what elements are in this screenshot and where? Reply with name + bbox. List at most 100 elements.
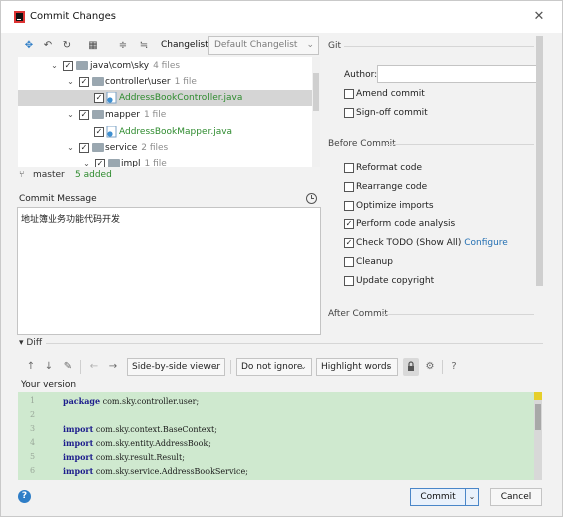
configure-link[interactable]: Configure xyxy=(464,238,508,248)
option-label: Reformat code xyxy=(356,163,422,173)
code-line: 1 package com.sky.controller.user; xyxy=(18,394,542,408)
tree-row-label: controller\user xyxy=(105,77,171,87)
scroll-thumb[interactable] xyxy=(313,73,319,111)
help-button[interactable]: ? xyxy=(18,490,31,503)
changelist-select[interactable]: Default Changelist ⌄ xyxy=(208,36,319,55)
back-arrow-icon[interactable]: ← xyxy=(88,361,100,373)
tree-row-controller-user[interactable]: ⌄ ✓ controller\user 1 file xyxy=(18,74,320,90)
chevron-down-icon[interactable]: ⌄ xyxy=(50,58,59,74)
tree-scrollbar[interactable] xyxy=(312,57,320,167)
code-text: com.sky.result.Result; xyxy=(93,453,185,462)
line-number: 1 xyxy=(30,396,36,405)
changes-tree: ⌄ ✓ java\com\sky 4 files ⌄ ✓ controller\u… xyxy=(18,57,320,167)
line-number: 5 xyxy=(30,452,36,461)
commit-message-input[interactable]: 地址簿业务功能代码开发 xyxy=(17,207,321,335)
changelist-label: Changelist: xyxy=(161,40,212,50)
code-text: com.sky.service.AddressBookService; xyxy=(93,467,248,476)
forward-arrow-icon[interactable]: → xyxy=(107,361,119,373)
edit-source-icon[interactable]: ✎ xyxy=(62,361,74,373)
option-label: Update copyright xyxy=(356,276,435,286)
help-icon[interactable]: ? xyxy=(448,361,460,373)
chevron-down-icon: ⌄ xyxy=(468,492,476,501)
commit-message-label: Commit Message xyxy=(19,194,97,204)
author-input[interactable] xyxy=(377,65,540,83)
checkbox[interactable]: ✓ xyxy=(94,93,104,103)
collapse-all-icon[interactable]: ≒ xyxy=(137,39,151,53)
option-label: Optimize imports xyxy=(356,201,434,211)
checkbox[interactable] xyxy=(344,108,354,118)
chevron-down-icon: ⌄ xyxy=(385,362,393,372)
change-marker xyxy=(534,392,542,400)
history-clock-icon[interactable] xyxy=(306,193,317,204)
tree-row-service[interactable]: ⌄ ✓ service 2 files xyxy=(18,140,320,156)
diff-header-label: Diff xyxy=(26,338,43,348)
highlight-select[interactable]: Highlight words ⌄ xyxy=(316,358,398,376)
rollback-icon[interactable]: ↶ xyxy=(41,39,55,53)
viewer-value: Side-by-side viewer xyxy=(132,362,221,372)
chevron-down-icon[interactable]: ⌄ xyxy=(82,156,91,167)
code-line: 4 import com.sky.entity.AddressBook; xyxy=(18,436,542,450)
tree-row-mapper[interactable]: ⌄ ✓ mapper 1 file xyxy=(18,107,320,123)
checkbox[interactable]: ✓ xyxy=(63,61,73,71)
tree-row-addressbookcontroller[interactable]: ✓ AddressBookController.java xyxy=(18,90,320,106)
checkbox[interactable]: ✓ xyxy=(79,110,89,120)
diff-header[interactable]: ▾ Diff xyxy=(19,338,42,348)
whitespace-select[interactable]: Do not ignore ⌄ xyxy=(236,358,312,376)
checkbox[interactable]: ✓ xyxy=(95,159,105,167)
checkbox[interactable]: ✓ xyxy=(79,143,89,153)
expand-all-icon[interactable]: ≑ xyxy=(116,39,130,53)
java-interface-icon xyxy=(106,126,117,138)
chevron-down-icon[interactable]: ⌄ xyxy=(66,74,75,90)
file-count: 1 file xyxy=(143,110,167,120)
checkbox[interactable]: ✓ xyxy=(344,219,354,229)
highlight-value: Highlight words xyxy=(321,362,392,372)
close-icon[interactable]: ✕ xyxy=(531,9,547,25)
checkbox[interactable] xyxy=(344,276,354,286)
code-line: 5 import com.sky.result.Result; xyxy=(18,450,542,464)
viewer-select[interactable]: Side-by-side viewer ⌄ xyxy=(127,358,225,376)
previous-difference-icon[interactable]: ↑ xyxy=(25,361,37,373)
tree-row-java-com-sky[interactable]: ⌄ ✓ java\com\sky 4 files xyxy=(18,58,320,74)
chevron-down-icon[interactable]: ⌄ xyxy=(66,107,75,123)
checkbox[interactable] xyxy=(344,257,354,267)
checkbox[interactable]: ✓ xyxy=(94,127,104,137)
gear-icon[interactable]: ⚙ xyxy=(424,361,436,373)
refresh-diff-icon[interactable]: ✥ xyxy=(22,39,36,53)
next-difference-icon[interactable]: ↓ xyxy=(43,361,55,373)
folder-icon xyxy=(92,77,104,86)
tree-row-impl[interactable]: ⌄ ✓ impl 1 file xyxy=(18,156,320,167)
checkbox[interactable] xyxy=(344,89,354,99)
cancel-button[interactable]: Cancel xyxy=(490,488,542,506)
checkbox[interactable] xyxy=(344,182,354,192)
commit-changes-dialog: Commit Changes ✕ ✥ ↶ ↻ ▦ ≑ ≒ Changelist:… xyxy=(0,0,563,517)
lock-icon[interactable] xyxy=(403,358,419,376)
whitespace-value: Do not ignore xyxy=(241,362,303,372)
checkbox[interactable]: ✓ xyxy=(344,238,354,248)
scroll-thumb[interactable] xyxy=(535,404,541,430)
divider xyxy=(80,360,81,374)
your-version-label: Your version xyxy=(21,380,77,390)
tree-row-label: AddressBookMapper.java xyxy=(119,127,233,137)
file-count: 4 files xyxy=(153,61,181,71)
code-text: com.sky.controller.user; xyxy=(100,397,200,406)
divider xyxy=(230,360,231,374)
tree-row-label: service xyxy=(105,143,138,153)
code-text: com.sky.context.BaseContext; xyxy=(93,425,217,434)
checkbox[interactable] xyxy=(344,163,354,173)
checkbox[interactable]: ✓ xyxy=(79,77,89,87)
tree-row-addressbookmapper[interactable]: ✓ AddressBookMapper.java xyxy=(18,124,320,140)
code-scrollbar[interactable] xyxy=(534,392,542,480)
folder-icon xyxy=(108,159,120,167)
checkbox[interactable] xyxy=(344,201,354,211)
commit-options-dropdown[interactable]: ⌄ xyxy=(466,488,479,506)
chevron-down-icon[interactable]: ⌄ xyxy=(66,140,75,156)
option-label: Sign-off commit xyxy=(356,108,428,118)
code-line: 6 import com.sky.service.AddressBookServ… xyxy=(18,464,542,478)
folder-icon xyxy=(76,61,88,70)
commit-button[interactable]: Commit xyxy=(410,488,466,506)
refresh-icon[interactable]: ↻ xyxy=(60,39,74,53)
code-view[interactable]: 1 package com.sky.controller.user; 2 3 i… xyxy=(18,392,542,480)
options-scrollbar[interactable] xyxy=(536,36,543,286)
group-by-icon[interactable]: ▦ xyxy=(86,39,100,53)
option-label: Check TODO (Show All) xyxy=(356,238,462,248)
